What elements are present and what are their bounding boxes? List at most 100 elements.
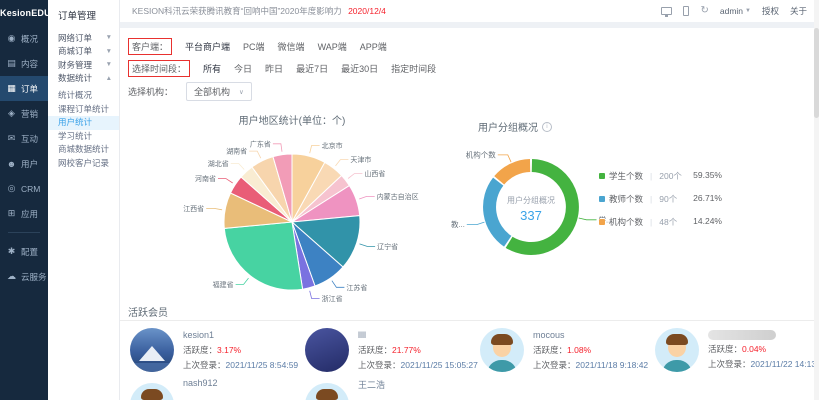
client-tab-4[interactable]: APP端 [360, 40, 387, 53]
content-icon: ▤ [6, 58, 17, 69]
nav-bottom-item-1[interactable]: ☁云服务 [0, 264, 48, 289]
submenu-group-label: 商城订单 [58, 45, 92, 57]
login-value: 2021/11/25 8:54:59 [226, 360, 299, 370]
member-card-1[interactable]: llll活跃度：21.77%上次登录：2021/11/25 15:05:27 [305, 328, 475, 380]
time-tab-3[interactable]: 最近7日 [296, 62, 328, 75]
member-card-partial-1[interactable]: 王二浩 [305, 378, 475, 400]
member-info: kesion1活跃度：3.17%上次登录：2021/11/25 8:54:59 [183, 330, 298, 374]
submenu-item-2[interactable]: 用户统计 [48, 116, 119, 130]
submenu-item-4[interactable]: 商城数据统计 [48, 143, 119, 157]
pie-label-line [218, 179, 233, 183]
activity-label: 活跃度： [533, 345, 567, 355]
user-menu[interactable]: admin ▼ [720, 6, 751, 16]
users-icon: ☻ [6, 159, 17, 169]
avatar-shirt [662, 360, 692, 372]
pie-label-line [206, 208, 222, 209]
screen: KesionEDU ◉概况▤内容▦订单◈营销✉互动☻用户 ◎ CRM ⊞应用 ✱ 配置 ☁… [0, 0, 819, 400]
settings-icon: ✱ [6, 246, 17, 257]
submenu-item-3[interactable]: 学习统计 [48, 130, 119, 144]
member-info: nash912 [183, 378, 218, 392]
monitor-icon[interactable] [661, 7, 672, 15]
donut-callout-line [467, 222, 485, 225]
nav-item-4[interactable]: ✉互动 [0, 126, 48, 151]
time-label-annotated: 选择时间段： [128, 60, 190, 77]
pie-label-line [332, 281, 345, 288]
donut-arc-1[interactable] [490, 182, 508, 242]
member-name: 王二浩 [358, 378, 385, 391]
member-card-partial-0[interactable]: nash912 [130, 378, 300, 400]
nav-item-3[interactable]: ◈营销 [0, 101, 48, 126]
submenu-group-0[interactable]: 网络订单▼ [48, 31, 119, 45]
nav-item-6[interactable]: ◎ CRM [0, 176, 48, 201]
legend-divider: | [650, 171, 652, 181]
submenu-item-1[interactable]: 课程订单统计 [48, 103, 119, 117]
scrollbar-thumb[interactable] [814, 28, 819, 118]
pie-slice-label: 内蒙古自治区 [377, 192, 419, 201]
avatar [130, 328, 174, 372]
client-label-annotated: 客户端： [128, 38, 172, 55]
org-select-value: 全部机构 [194, 85, 230, 98]
page-scrollbar[interactable] [814, 0, 819, 400]
avatar [305, 328, 349, 372]
donut-arc-0[interactable] [509, 166, 572, 249]
time-tab-2[interactable]: 昨日 [265, 62, 283, 75]
nav-item-1[interactable]: ▤内容 [0, 51, 48, 76]
member-name: llll [358, 330, 478, 340]
time-tab-4[interactable]: 最近30日 [341, 62, 378, 75]
legend-label: 机构个数 [609, 216, 643, 228]
app-logo: KesionEDU [0, 0, 48, 26]
apps-icon: ⊞ [6, 208, 17, 219]
about-link[interactable]: 关于 [790, 5, 807, 17]
username: admin [720, 6, 743, 16]
activity-label: 活跃度： [358, 345, 392, 355]
member-login-row: 上次登录：2021/11/18 9:18:42 [533, 359, 648, 371]
nav-item-2[interactable]: ▦订单 [0, 76, 48, 101]
member-activity-row: 活跃度：3.17% [183, 344, 298, 356]
donut-percents: 59.35%26.71%14.24% [670, 164, 722, 233]
nav-item-7[interactable]: ⊞应用 [0, 201, 48, 226]
member-activity-row: 活跃度：0.04% [708, 343, 814, 355]
login-value: 2021/11/22 14:13:50 [751, 359, 814, 369]
time-tab-0[interactable]: 所有 [203, 62, 221, 75]
chevron-icon: ▼ [106, 61, 112, 68]
nav-item-label: CRM [21, 184, 40, 194]
time-filter-row: 选择时间段： 所有今日昨日最近7日最近30日指定时间段 [128, 60, 436, 77]
donut-center-value: 337 [520, 208, 542, 223]
member-card-0[interactable]: kesion1活跃度：3.17%上次登录：2021/11/25 8:54:59 [130, 328, 300, 380]
submenu-item-5[interactable]: 网校客户记录 [48, 157, 119, 171]
nav-item-0[interactable]: ◉概况 [0, 26, 48, 51]
client-tab-2[interactable]: 微信端 [278, 40, 305, 53]
member-card-3[interactable]: 活跃度：0.04% 上次登录：2021/11/22 14:13:50 [655, 328, 814, 380]
avatar [130, 383, 174, 400]
client-tab-1[interactable]: PC端 [243, 40, 265, 53]
crm-icon: ◎ [6, 183, 17, 194]
nav-item-label: 配置 [21, 246, 38, 258]
legend-percent-0: 59.35% [670, 164, 722, 187]
submenu-item-0[interactable]: 统计概况 [48, 89, 119, 103]
chevron-down-icon: ▼ [745, 8, 751, 14]
org-select[interactable]: 全部机构 ∨ [186, 82, 252, 101]
phone-icon[interactable] [683, 6, 689, 16]
client-tab-3[interactable]: WAP端 [318, 40, 347, 53]
primary-sidebar: KesionEDU ◉概况▤内容▦订单◈营销✉互动☻用户 ◎ CRM ⊞应用 ✱ 配置 ☁… [0, 0, 48, 400]
member-name: mocous [533, 330, 648, 340]
client-tab-0[interactable]: 平台商户端 [185, 40, 230, 53]
nav-bottom-item-0[interactable]: ✱ 配置 [0, 239, 48, 264]
time-tab-5[interactable]: 指定时间段 [391, 62, 436, 75]
submenu-group-1[interactable]: 商城订单▼ [48, 45, 119, 59]
pie-slice-label: 湖南省 [226, 147, 247, 156]
submenu-group-3[interactable]: 数据统计▲ [48, 72, 119, 86]
activity-label: 活跃度： [708, 344, 742, 354]
refresh-icon[interactable]: ↻ [700, 6, 708, 16]
pie-slice-7[interactable] [224, 222, 302, 290]
member-login-row: 上次登录：2021/11/22 14:13:50 [708, 358, 814, 370]
nav-item-5[interactable]: ☻用户 [0, 151, 48, 176]
active-members-title: 活跃会员 [128, 304, 168, 319]
member-card-2[interactable]: mocous活跃度：1.08%上次登录：2021/11/18 9:18:42 [480, 328, 650, 380]
license-link[interactable]: 授权 [762, 5, 779, 17]
donut-arc-2[interactable] [499, 166, 530, 181]
submenu-group-2[interactable]: 财务管理▼ [48, 58, 119, 72]
announcement-date: 2020/12/4 [348, 6, 386, 16]
submenu-groups: 网络订单▼商城订单▼财务管理▼数据统计▲ [48, 31, 119, 85]
time-tab-1[interactable]: 今日 [234, 62, 252, 75]
